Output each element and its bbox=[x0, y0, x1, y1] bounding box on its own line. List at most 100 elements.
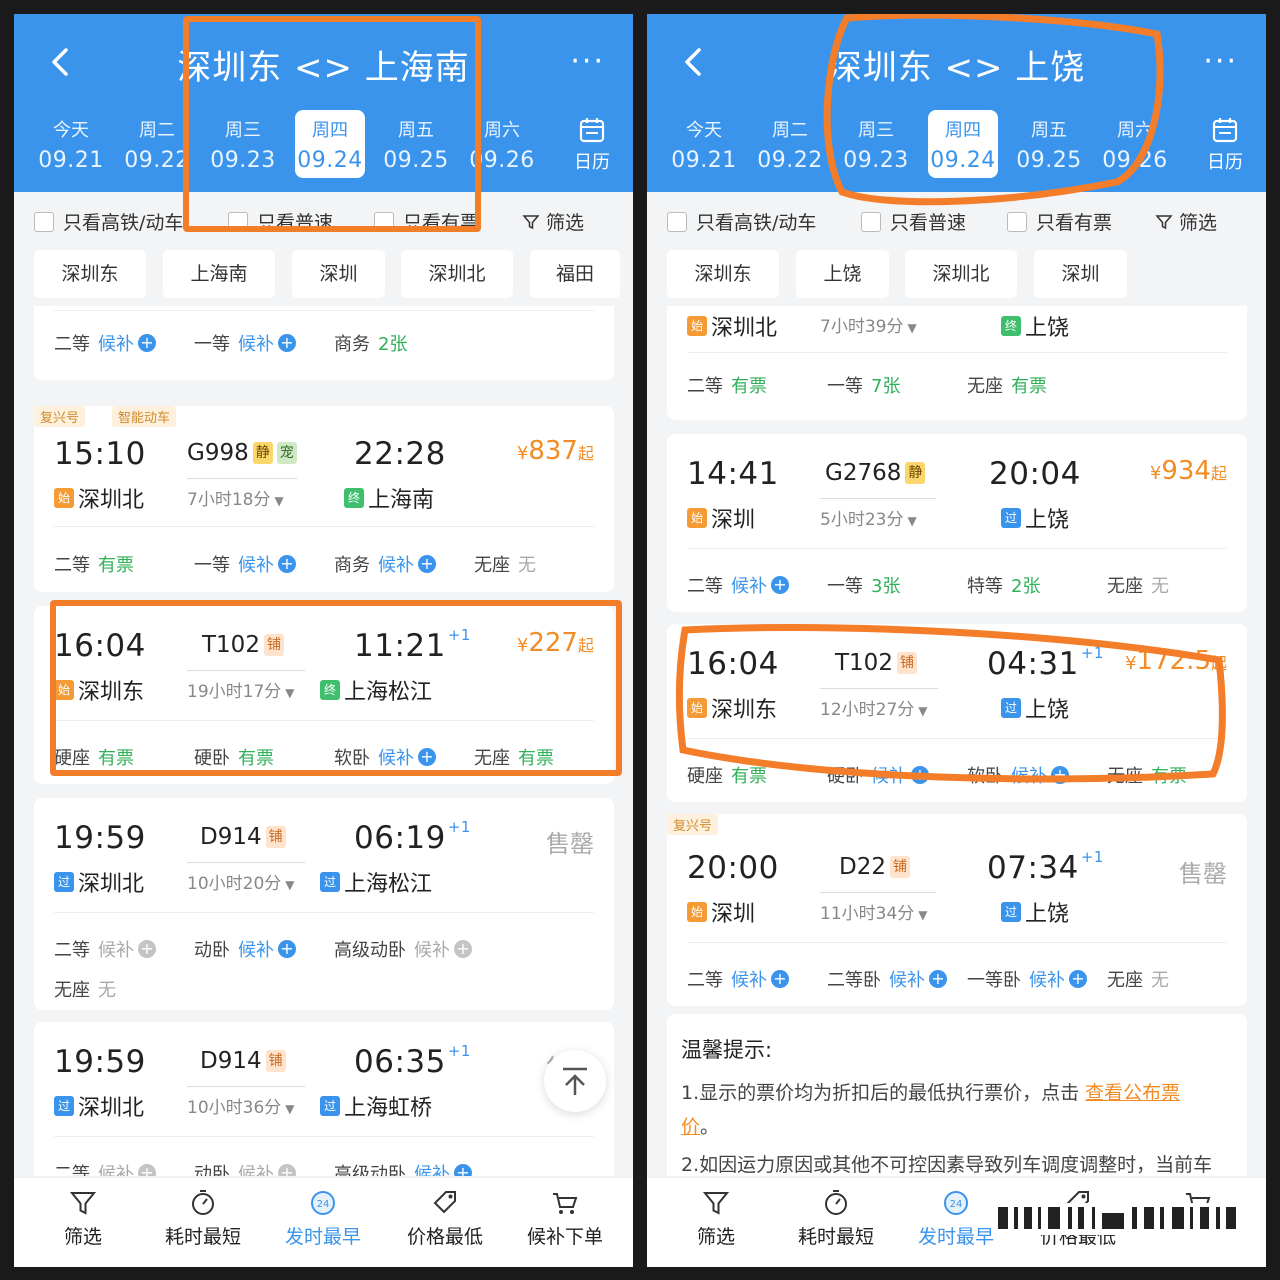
add-icon[interactable]: + bbox=[771, 970, 789, 988]
station-chip[interactable]: 深圳东 bbox=[34, 250, 146, 298]
date-tab[interactable]: 周六 09.26 bbox=[1100, 110, 1170, 178]
filter-normal[interactable]: 只看普速 bbox=[861, 208, 966, 235]
checkbox[interactable] bbox=[861, 211, 881, 232]
filter-button[interactable]: 筛选 bbox=[1155, 208, 1217, 235]
seat-info: 高级动卧 候补 + bbox=[334, 1160, 472, 1176]
checkbox[interactable] bbox=[228, 211, 248, 232]
date-tab[interactable]: 周三 09.23 bbox=[841, 110, 911, 178]
date-tab[interactable]: 周三 09.23 bbox=[208, 110, 278, 178]
date-tab[interactable]: 周二 09.22 bbox=[122, 110, 192, 178]
date-tab[interactable]: 周六 09.26 bbox=[467, 110, 537, 178]
add-icon[interactable]: + bbox=[1051, 766, 1069, 784]
nav-waitlist[interactable]: 候补下单 bbox=[510, 1188, 620, 1249]
price: ¥837起 bbox=[516, 436, 594, 466]
add-icon[interactable]: + bbox=[278, 1164, 296, 1176]
train-card[interactable]: 复兴号 20:00 D22 铺 07:34 +1 售罄 始深圳 11小时34分 ▼ 过… bbox=[667, 814, 1247, 1006]
add-icon[interactable]: + bbox=[929, 970, 947, 988]
seat-info: 硬座 有票 bbox=[687, 766, 767, 787]
duration[interactable]: 19小时17分 ▼ bbox=[187, 670, 305, 702]
seat-info: 二等 候补 + bbox=[54, 1160, 156, 1176]
train-card[interactable]: 19:59 D914铺 06:35+1 售罄 过深圳北 10小时36分▼ 过上海… bbox=[34, 1022, 614, 1176]
add-icon[interactable]: + bbox=[454, 1164, 472, 1176]
nav-shortest[interactable]: 耗时最短 bbox=[781, 1188, 891, 1249]
calendar-button[interactable]: 日历 bbox=[551, 110, 633, 178]
seat-info: 二等 候补 + bbox=[687, 966, 789, 992]
date-tab-selected[interactable]: 周四 09.24 bbox=[295, 110, 365, 178]
train-card[interactable]: 14:41 G2768 静 20:04 ¥934起 始深圳 5小时23分 ▼ 过上饶… bbox=[667, 434, 1247, 612]
add-icon[interactable]: + bbox=[418, 748, 436, 766]
station-chip[interactable]: 上海南 bbox=[163, 250, 275, 298]
date-tab[interactable]: 周五 09.25 bbox=[1014, 110, 1084, 178]
filter-normal[interactable]: 只看普速 bbox=[228, 208, 333, 235]
checkbox[interactable] bbox=[667, 211, 687, 232]
duration[interactable]: 7小时18分 ▼ bbox=[187, 478, 297, 510]
train-card[interactable]: 16:04 T102 铺 11:21 +1 ¥227起 始深圳东 19小时17分 ▼ … bbox=[34, 606, 614, 784]
train-card[interactable]: 始深圳北 7小时39分 ▼ 终上饶 二等 有票 一等 7张 无座 有票 bbox=[667, 306, 1247, 420]
add-icon[interactable]: + bbox=[138, 334, 156, 352]
filter-high-speed[interactable]: 只看高铁/动车 bbox=[34, 208, 183, 235]
nav-filter[interactable]: 筛选 bbox=[661, 1188, 771, 1249]
add-icon[interactable]: + bbox=[278, 940, 296, 958]
duration[interactable]: 10小时20分 ▼ bbox=[187, 862, 305, 894]
funnel-icon bbox=[522, 214, 540, 229]
checkbox[interactable] bbox=[374, 211, 394, 232]
duration[interactable]: 5小时23分 ▼ bbox=[820, 498, 936, 530]
scroll-to-top-button[interactable] bbox=[544, 1050, 606, 1112]
date-tab[interactable]: 今天 09.21 bbox=[36, 110, 106, 178]
date-strip: 今天 09.21 周二 09.22 周三 09.23 周四 09.24 周五 09.25 … bbox=[14, 110, 633, 178]
to-station: 终上海松江 bbox=[320, 674, 432, 706]
duration[interactable]: 12小时27分 ▼ bbox=[820, 688, 938, 720]
date-tab[interactable]: 周二 09.22 bbox=[755, 110, 825, 178]
station-chip[interactable]: 深圳 bbox=[1034, 250, 1127, 298]
caret-down-icon: ▼ bbox=[285, 686, 295, 700]
seat-info: 无座无 bbox=[474, 555, 536, 576]
caret-down-icon: ▼ bbox=[918, 908, 928, 922]
station-chip[interactable]: 上饶 bbox=[796, 250, 889, 298]
checkbox[interactable] bbox=[1007, 211, 1027, 232]
date-tab[interactable]: 今天 09.21 bbox=[669, 110, 739, 178]
date-tab[interactable]: 周五 09.25 bbox=[381, 110, 451, 178]
station-chip[interactable]: 深圳 bbox=[292, 250, 385, 298]
add-icon[interactable]: + bbox=[418, 555, 436, 573]
more-menu-icon[interactable]: ··· bbox=[1203, 47, 1238, 77]
station-chip[interactable]: 深圳北 bbox=[905, 250, 1017, 298]
nav-shortest[interactable]: 耗时最短 bbox=[148, 1188, 258, 1249]
station-chip[interactable]: 福田 bbox=[530, 250, 620, 298]
nav-filter[interactable]: 筛选 bbox=[28, 1188, 138, 1249]
filter-available[interactable]: 只看有票 bbox=[374, 208, 479, 235]
add-icon[interactable]: + bbox=[138, 940, 156, 958]
tips-line-1: 1.显示的票价均为折扣后的最低执行票价，点击 查看公布票 价。 bbox=[681, 1082, 1181, 1138]
price: ¥172.5起 bbox=[1125, 646, 1227, 676]
add-icon[interactable]: + bbox=[1069, 970, 1087, 988]
nav-earliest[interactable]: 24 发时最早 bbox=[268, 1188, 378, 1249]
calendar-button[interactable]: 日历 bbox=[1184, 110, 1266, 178]
add-icon[interactable]: + bbox=[138, 1164, 156, 1176]
filter-available[interactable]: 只看有票 bbox=[1007, 208, 1112, 235]
duration[interactable]: 7小时39分 ▼ bbox=[820, 306, 938, 337]
nav-cheapest[interactable]: 价格最低 bbox=[390, 1188, 500, 1249]
train-card[interactable]: 二等 候补 + 一等 候补 + 商务 2张 bbox=[34, 306, 614, 380]
station-chip[interactable]: 深圳北 bbox=[401, 250, 513, 298]
seat-info: 二等 候补 + bbox=[54, 330, 156, 356]
svg-text:24: 24 bbox=[950, 1199, 963, 1210]
add-icon[interactable]: + bbox=[911, 766, 929, 784]
add-icon[interactable]: + bbox=[278, 555, 296, 573]
station-chip[interactable]: 深圳东 bbox=[667, 250, 779, 298]
train-card[interactable]: 19:59 D914 铺 06:19 +1 售罄 过深圳北 10小时20分 ▼ 过上海… bbox=[34, 798, 614, 1010]
add-icon[interactable]: + bbox=[454, 940, 472, 958]
add-icon[interactable]: + bbox=[771, 576, 789, 594]
train-card[interactable]: 复兴号 智能动车 15:10 G998 静宠 22:28 ¥837起 始深圳北 7… bbox=[34, 406, 614, 592]
checkbox[interactable] bbox=[34, 211, 54, 232]
more-menu-icon[interactable]: ··· bbox=[570, 47, 605, 77]
from-station: 过深圳北 bbox=[54, 866, 144, 898]
date-tab-selected[interactable]: 周四 09.24 bbox=[928, 110, 998, 178]
departure-time: 19:59 bbox=[54, 820, 146, 856]
filter-high-speed[interactable]: 只看高铁/动车 bbox=[667, 208, 816, 235]
duration[interactable]: 10小时36分 ▼ bbox=[187, 1086, 305, 1118]
filter-button[interactable]: 筛选 bbox=[522, 208, 584, 235]
duration[interactable]: 11小时34分 ▼ bbox=[820, 892, 936, 924]
from-station: 始深圳东 bbox=[54, 674, 144, 706]
train-card[interactable]: 16:04 T102 铺 04:31 +1 ¥172.5起 始深圳东 12小时27分… bbox=[667, 624, 1247, 802]
add-icon[interactable]: + bbox=[278, 334, 296, 352]
caret-down-icon: ▼ bbox=[274, 494, 284, 508]
